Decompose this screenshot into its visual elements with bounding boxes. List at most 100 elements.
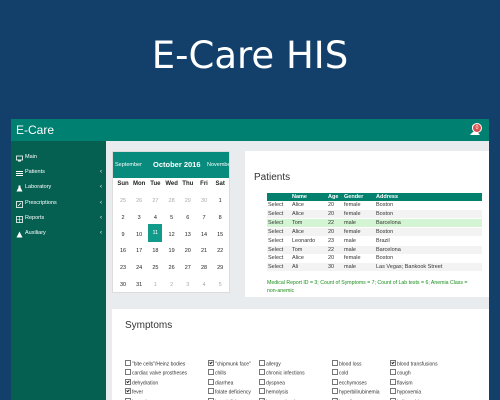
- calendar-day[interactable]: 12: [165, 228, 179, 243]
- calendar-day[interactable]: 1: [213, 194, 227, 209]
- calendar-day[interactable]: 2: [165, 278, 179, 293]
- calendar-day[interactable]: 13: [181, 228, 195, 243]
- calendar-day[interactable]: 24: [132, 261, 146, 276]
- checkbox-checked[interactable]: [208, 360, 214, 366]
- checkbox-checked[interactable]: [125, 378, 131, 385]
- calendar-day[interactable]: 7: [197, 211, 211, 226]
- calendar-day[interactable]: 22: [213, 244, 227, 259]
- calendar-prev-month[interactable]: September: [115, 162, 142, 168]
- calendar-next-month[interactable]: November: [207, 162, 229, 168]
- calendar-day[interactable]: 28: [165, 194, 179, 209]
- calendar-day[interactable]: 25: [148, 261, 162, 276]
- calendar-day[interactable]: 16: [116, 244, 130, 259]
- symptom-checkbox-item[interactable]: allergy: [259, 360, 281, 368]
- calendar-day[interactable]: 2: [116, 211, 130, 226]
- symptom-checkbox-item[interactable]: fever: [125, 388, 143, 396]
- calendar-day[interactable]: 5: [165, 211, 179, 226]
- calendar-day[interactable]: 6: [181, 211, 195, 226]
- select-link[interactable]: Select: [268, 201, 283, 209]
- calendar-day[interactable]: 29: [181, 194, 195, 209]
- checkbox-unchecked[interactable]: [332, 360, 338, 366]
- symptom-checkbox-item[interactable]: cardiac valve prostheses: [125, 369, 187, 377]
- sidebar-item-patients[interactable]: Patients ‹: [11, 165, 106, 180]
- select-link[interactable]: Select: [268, 219, 283, 227]
- checkbox-unchecked[interactable]: [208, 369, 214, 376]
- checkbox-unchecked[interactable]: [259, 388, 265, 395]
- calendar-day[interactable]: 19: [165, 244, 179, 259]
- checkbox-unchecked[interactable]: [125, 360, 131, 366]
- calendar-day-selected[interactable]: 11: [148, 223, 163, 242]
- checkbox-unchecked[interactable]: [332, 378, 338, 385]
- calendar-day[interactable]: 23: [116, 261, 130, 276]
- calendar-day[interactable]: 10: [132, 228, 146, 243]
- calendar-day[interactable]: 27: [181, 261, 195, 276]
- calendar-day[interactable]: 18: [148, 244, 162, 259]
- table-cell: female: [344, 255, 361, 262]
- calendar-day[interactable]: 26: [165, 261, 179, 276]
- symptom-checkbox-item[interactable]: blood loss: [332, 360, 362, 368]
- checkbox-unchecked[interactable]: [390, 388, 396, 395]
- calendar-day[interactable]: 30: [197, 194, 211, 209]
- symptom-checkbox-item[interactable]: "chipmunk face": [208, 360, 251, 368]
- calendar-day[interactable]: 3: [132, 211, 146, 226]
- select-link[interactable]: Select: [268, 263, 283, 271]
- calendar-day[interactable]: 21: [197, 244, 211, 259]
- sidebar-item-reports[interactable]: Reports ‹: [11, 211, 106, 226]
- symptom-checkbox-item[interactable]: diarrhea: [208, 378, 233, 386]
- checkbox-unchecked[interactable]: [332, 369, 338, 376]
- calendar-day[interactable]: 30: [116, 278, 130, 293]
- sidebar-item-auxiliary[interactable]: Auxiliary ‹: [11, 226, 106, 241]
- checkbox-checked[interactable]: [390, 360, 396, 366]
- checkbox-unchecked[interactable]: [259, 369, 265, 376]
- select-link[interactable]: Select: [268, 228, 283, 236]
- select-link[interactable]: Select: [268, 237, 283, 245]
- checkbox-unchecked[interactable]: [332, 388, 338, 395]
- sidebar-item-prescriptions[interactable]: Prescriptions ‹: [11, 196, 106, 211]
- symptom-checkbox-item[interactable]: hypoxemia: [390, 388, 421, 396]
- calendar-day[interactable]: 28: [197, 261, 211, 276]
- symptom-checkbox-item[interactable]: hemolysis: [259, 388, 288, 396]
- checkbox-checked[interactable]: [125, 388, 131, 395]
- calendar-day[interactable]: 15: [213, 228, 227, 243]
- calendar-day[interactable]: 20: [181, 244, 195, 259]
- calendar-day[interactable]: 5: [213, 278, 227, 293]
- monitor-icon: [16, 154, 23, 162]
- symptom-checkbox-item[interactable]: folate deficiency: [208, 388, 251, 396]
- checkbox-unchecked[interactable]: [125, 369, 131, 376]
- checkbox-unchecked[interactable]: [259, 360, 265, 366]
- checkbox-unchecked[interactable]: [390, 378, 396, 385]
- calendar-day[interactable]: 8: [213, 211, 227, 226]
- calendar-day[interactable]: 31: [132, 278, 146, 293]
- select-link[interactable]: Select: [268, 210, 283, 218]
- calendar-day[interactable]: 17: [132, 244, 146, 259]
- sidebar-item-laboratory[interactable]: Laboratory ‹: [11, 180, 106, 195]
- symptom-checkbox-item[interactable]: ecchymoses: [332, 378, 367, 386]
- symptom-checkbox-item[interactable]: cold: [332, 369, 348, 377]
- checkbox-unchecked[interactable]: [390, 369, 396, 376]
- symptom-checkbox-item[interactable]: chronic infections: [259, 369, 305, 377]
- symptom-checkbox-item[interactable]: dehydration: [125, 378, 158, 386]
- calendar-day[interactable]: 29: [213, 261, 227, 276]
- user-icon[interactable]: 0: [469, 121, 485, 137]
- calendar-day[interactable]: 9: [116, 228, 130, 243]
- symptom-checkbox-item[interactable]: hyperbilirubinemia: [332, 388, 380, 396]
- checkbox-unchecked[interactable]: [208, 378, 214, 385]
- select-link[interactable]: Select: [268, 254, 283, 262]
- symptom-checkbox-item[interactable]: "bite cells"/Heinz bodies: [125, 360, 185, 368]
- symptom-checkbox-item[interactable]: blood transfusions: [390, 360, 438, 368]
- calendar-day[interactable]: 1: [148, 278, 162, 293]
- symptom-checkbox-item[interactable]: dyspnea: [259, 378, 285, 386]
- symptom-checkbox-item[interactable]: flavism: [390, 378, 413, 386]
- select-link[interactable]: Select: [268, 246, 283, 254]
- symptom-checkbox-item[interactable]: chills: [208, 369, 226, 377]
- checkbox-unchecked[interactable]: [208, 388, 214, 395]
- calendar-day[interactable]: 14: [197, 228, 211, 243]
- sidebar-item-main[interactable]: Main: [11, 150, 106, 165]
- calendar-day[interactable]: 4: [197, 278, 211, 293]
- calendar-day[interactable]: 3: [181, 278, 195, 293]
- checkbox-unchecked[interactable]: [259, 378, 265, 385]
- symptom-checkbox-item[interactable]: cough: [390, 369, 411, 377]
- calendar-day[interactable]: 27: [148, 194, 162, 209]
- calendar-day[interactable]: 25: [116, 194, 130, 209]
- calendar-day[interactable]: 26: [132, 194, 146, 209]
